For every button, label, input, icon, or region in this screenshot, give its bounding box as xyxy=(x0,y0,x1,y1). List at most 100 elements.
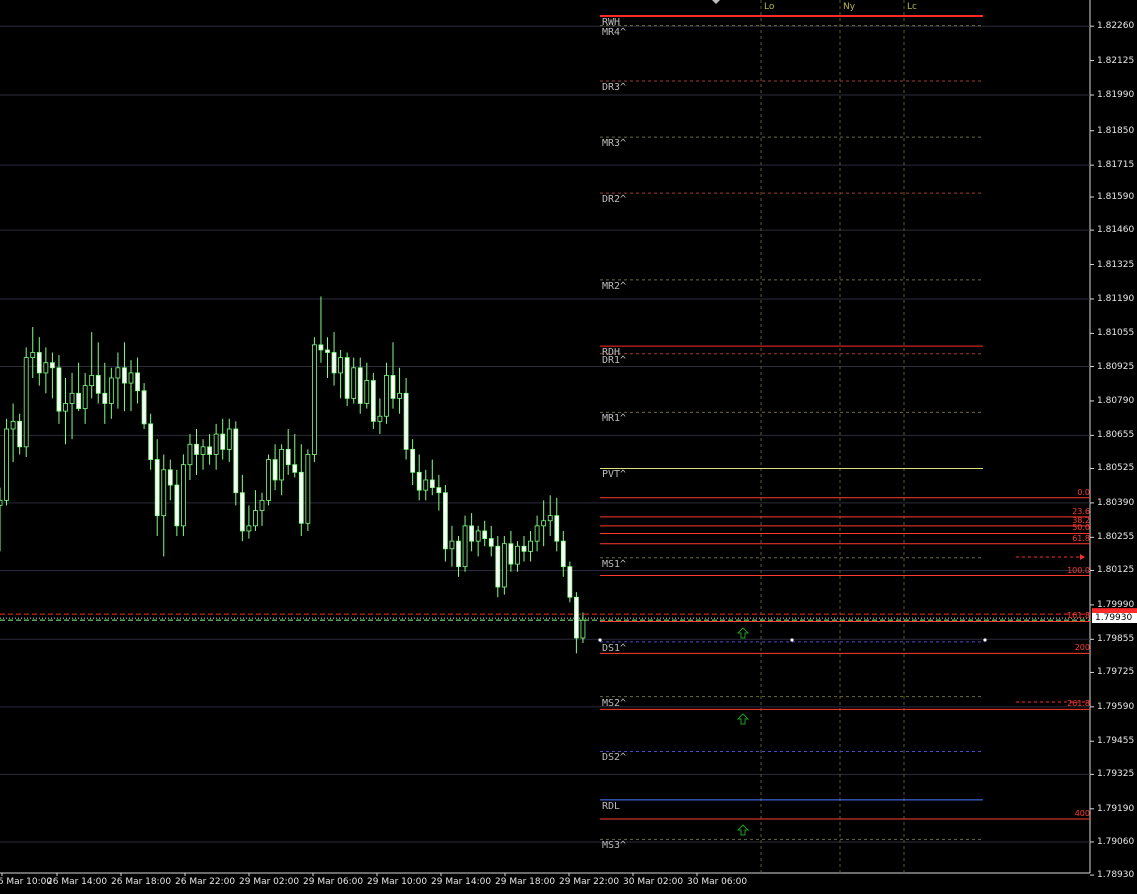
x-tick-label: 30 Mar 02:00 xyxy=(623,877,684,887)
candle-body xyxy=(311,344,317,455)
candle-body xyxy=(364,380,370,404)
x-tick-label: 29 Mar 14:00 xyxy=(431,877,492,887)
candle-body xyxy=(285,448,291,466)
candle-body xyxy=(410,448,416,473)
candle-body xyxy=(515,545,520,565)
y-tick-label: 1.79060 xyxy=(1097,836,1135,847)
y-tick-label: 1.79725 xyxy=(1097,667,1135,678)
y-tick-label: 1.82260 xyxy=(1097,21,1135,32)
candle-body xyxy=(89,375,95,387)
fib-level-label: 61.8 xyxy=(1072,533,1090,543)
candle-body xyxy=(226,428,232,450)
candle-body xyxy=(384,375,389,417)
candle-body xyxy=(272,459,278,481)
candle-body xyxy=(187,443,193,466)
candle-body xyxy=(95,375,101,394)
candle-body xyxy=(56,367,62,412)
candle-body xyxy=(17,420,23,448)
candle-body xyxy=(43,362,49,374)
candle-body xyxy=(174,484,180,527)
candle-body xyxy=(528,540,533,552)
session-label: Ny xyxy=(843,2,856,12)
candle-body xyxy=(194,443,199,455)
chart-canvas[interactable] xyxy=(0,0,1137,894)
pivot-level-label: DR1^ xyxy=(602,354,627,366)
candle-body xyxy=(462,525,468,568)
candle-body xyxy=(135,372,140,392)
y-tick-label: 1.79325 xyxy=(1097,769,1135,780)
y-tick-label: 1.81990 xyxy=(1097,90,1135,101)
candle-body xyxy=(220,433,226,450)
candle-body xyxy=(338,357,344,374)
x-tick-label: 26 Mar 14:00 xyxy=(47,877,108,887)
candle-body xyxy=(331,352,337,374)
y-tick-label: 1.81325 xyxy=(1097,259,1135,270)
pivot-level-label: MS2^ xyxy=(602,697,627,709)
x-tick-label: 26 Mar 18:00 xyxy=(111,877,172,887)
fib-arrow-icon xyxy=(1080,554,1085,560)
x-tick-label: 30 Mar 06:00 xyxy=(687,877,748,887)
candle-body xyxy=(456,540,461,568)
candle-body xyxy=(560,540,566,568)
y-tick-label: 1.79990 xyxy=(1097,599,1135,610)
candle-body xyxy=(357,367,363,404)
y-tick-label: 1.82125 xyxy=(1097,55,1135,66)
y-tick-label: 1.80925 xyxy=(1097,361,1135,372)
candle-body xyxy=(429,479,435,489)
pivot-level-label: DS1^ xyxy=(602,642,627,654)
y-tick-label: 1.81460 xyxy=(1097,225,1135,236)
anchor-dot xyxy=(790,638,794,642)
candle-body xyxy=(501,543,507,588)
candle-body xyxy=(200,446,206,455)
candle-body xyxy=(416,471,422,491)
candle-body xyxy=(436,487,442,494)
candle-body xyxy=(161,469,167,517)
candle-body xyxy=(554,515,560,542)
candle-body xyxy=(574,596,579,639)
pivot-level-label: PVT^ xyxy=(602,469,627,481)
candle-body xyxy=(36,352,42,374)
candle-body xyxy=(167,469,173,486)
candle-body xyxy=(213,433,219,455)
pivot-level-label: DR3^ xyxy=(602,82,627,93)
candle-body xyxy=(180,464,186,527)
y-tick-label: 1.78930 xyxy=(1097,870,1135,881)
pivot-level-label: MR3^ xyxy=(602,138,627,150)
fib-level-label: 200 xyxy=(1074,643,1090,653)
pivot-level-label: MS3^ xyxy=(602,840,627,852)
candle-body xyxy=(141,390,147,425)
candle-body xyxy=(4,428,9,501)
candle-body xyxy=(279,448,285,481)
candle-body xyxy=(423,479,429,491)
session-label: Lo xyxy=(764,2,775,12)
candle-body xyxy=(63,403,68,412)
candle-body xyxy=(76,392,81,409)
candle-body xyxy=(122,367,127,384)
candle-body xyxy=(50,362,55,369)
candle-body xyxy=(102,392,108,404)
candle-body xyxy=(547,515,553,522)
candle-body xyxy=(370,380,376,422)
price-chart[interactable]: 1.82260 1.82125 1.81990 1.81850 1.81715 1.815… xyxy=(0,0,1137,894)
y-tick-label: 1.80525 xyxy=(1097,463,1135,474)
fib-level-label: 161.8 xyxy=(1067,611,1090,621)
candle-body xyxy=(344,357,350,399)
candle-body xyxy=(403,392,409,450)
pivot-level-label: MR2^ xyxy=(602,280,627,292)
candle-body xyxy=(390,375,396,399)
candle-body xyxy=(521,545,527,552)
candle-body xyxy=(148,423,154,460)
candle-body xyxy=(449,540,455,550)
x-tick-label: 29 Mar 22:00 xyxy=(559,877,620,887)
candle-body xyxy=(325,349,330,353)
y-tick-label: 1.80125 xyxy=(1097,565,1135,576)
candle-body xyxy=(397,392,402,399)
up-arrow-icon xyxy=(736,713,750,725)
candle-body xyxy=(351,367,357,399)
candle-body xyxy=(580,619,586,639)
x-tick-label: 26 Mar 10:00 xyxy=(0,877,53,887)
candle-body xyxy=(482,530,488,539)
x-tick-label: 29 Mar 18:00 xyxy=(495,877,556,887)
candle-body xyxy=(266,459,271,501)
y-tick-label: 1.79855 xyxy=(1097,634,1135,645)
